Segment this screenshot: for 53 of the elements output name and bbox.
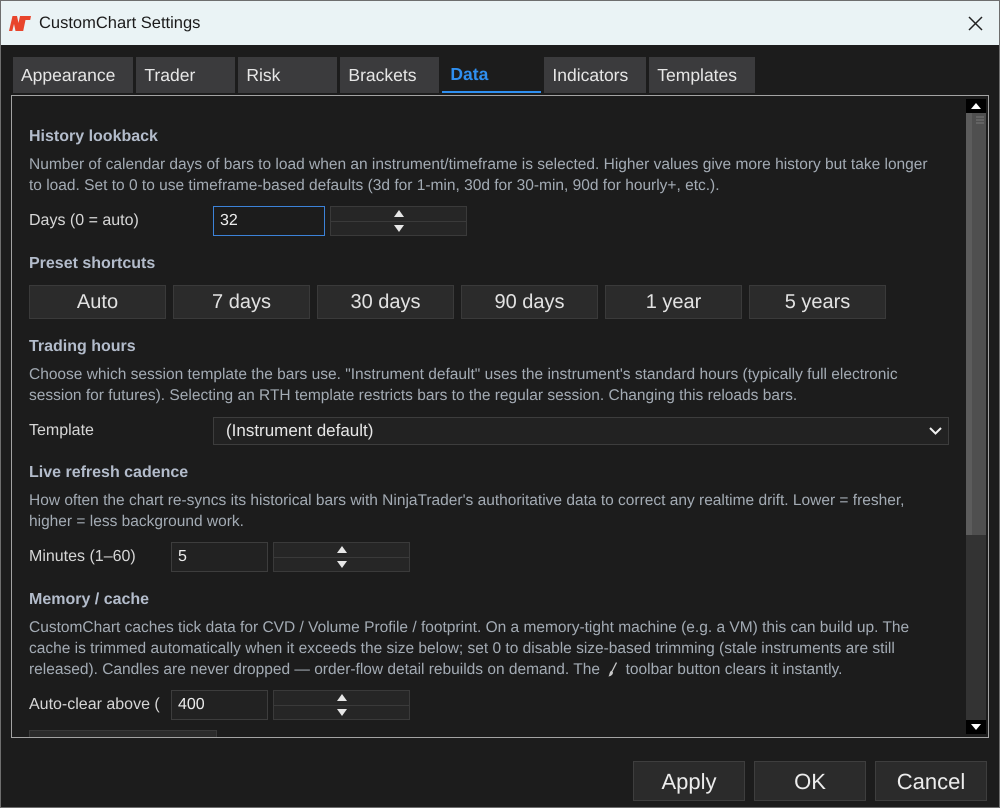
close-icon — [968, 16, 982, 30]
tab[interactable]: Templates — [649, 57, 756, 93]
caret-up-icon — [336, 694, 346, 702]
caret-down-icon — [336, 708, 346, 716]
number-field[interactable]: 5 — [171, 542, 268, 572]
section-heading: Trading hours — [29, 337, 136, 357]
scroll-up-button[interactable] — [966, 99, 986, 113]
section-heading: History lookback — [29, 127, 158, 147]
caret-up-icon — [336, 546, 346, 554]
tab[interactable]: Trader — [136, 57, 236, 93]
preset-button[interactable]: 7 days — [173, 285, 310, 319]
window-title: CustomChart Settings — [39, 12, 200, 34]
section-description: Choose which session template the bars use. "Instrument default" uses the instrument's standard hours (typically full electronic session for futures). Selecting an RTH template restricts bars to the regular session. Changing this reloads bars. — [29, 365, 899, 406]
tab[interactable]: Indicators — [544, 57, 646, 93]
section-description: CustomChart caches tick data for CVD / Volume Profile / footprint. On a memory-tight machine (e.g. a VM) this can build up. The cache is trimmed automatically when it exceeds the size below; set 0 to disable size-based trimming (stale instruments are still released). Candles are never dropped — order-flow detail rebuilds on demand. The toolbar button clears it instantly. — [29, 618, 910, 680]
chevron-down-icon — [929, 427, 942, 435]
caret-down-icon — [336, 560, 346, 568]
caret-down-icon — [971, 724, 981, 730]
tab[interactable]: Risk — [238, 57, 338, 93]
field-label: Auto-clear above ( — [29, 695, 160, 715]
spinner[interactable] — [273, 542, 410, 572]
section-description: Number of calendar days of bars to load when an instrument/timeframe is selected. Higher values give more history but take longer to load. Set to 0 to use timeframe-based defaults (3d for 1-min, 30d for 30-min, 90d for hourly+, etc.). — [29, 155, 929, 196]
spinner[interactable] — [273, 690, 410, 720]
number-field[interactable]: 32 — [213, 206, 325, 236]
preset-button[interactable]: 30 days — [317, 285, 454, 319]
preset-button[interactable]: 5 years — [749, 285, 886, 319]
section-heading: Preset shortcuts — [29, 254, 156, 274]
caret-up-icon — [394, 210, 404, 218]
button-edge[interactable] — [29, 730, 217, 737]
dropdown[interactable]: (Instrument default) — [213, 417, 949, 445]
caret-down-icon — [394, 224, 404, 232]
number-field[interactable]: 400 — [171, 690, 268, 720]
preset-button[interactable]: Auto — [29, 285, 166, 319]
scroll-down-button[interactable] — [966, 720, 986, 734]
tab[interactable]: Appearance — [13, 57, 134, 93]
dialog-button[interactable]: Cancel — [875, 761, 987, 801]
scrollbar-thumb[interactable] — [966, 113, 986, 535]
section-description: How often the chart re-syncs its historical bars with NinjaTrader's authoritative data to correct any realtime drift. Lower = fresher, higher = less background work. — [29, 491, 906, 532]
field-label: Minutes (1–60) — [29, 547, 136, 567]
section-heading: Live refresh cadence — [29, 463, 188, 483]
brush-icon — [608, 662, 618, 678]
preset-button[interactable]: 1 year — [605, 285, 742, 319]
section-heading: Memory / cache — [29, 590, 150, 610]
dialog-button[interactable]: Apply — [633, 761, 745, 801]
logo-icon — [9, 16, 31, 30]
spinner[interactable] — [330, 206, 467, 236]
field-label: Days (0 = auto) — [29, 211, 139, 231]
preset-button[interactable]: 90 days — [461, 285, 598, 319]
dialog-button[interactable]: OK — [754, 761, 866, 801]
field-label: Template — [29, 421, 94, 441]
caret-up-icon — [971, 103, 981, 109]
grip-icon — [976, 116, 984, 124]
tab[interactable]: Brackets — [340, 57, 440, 93]
